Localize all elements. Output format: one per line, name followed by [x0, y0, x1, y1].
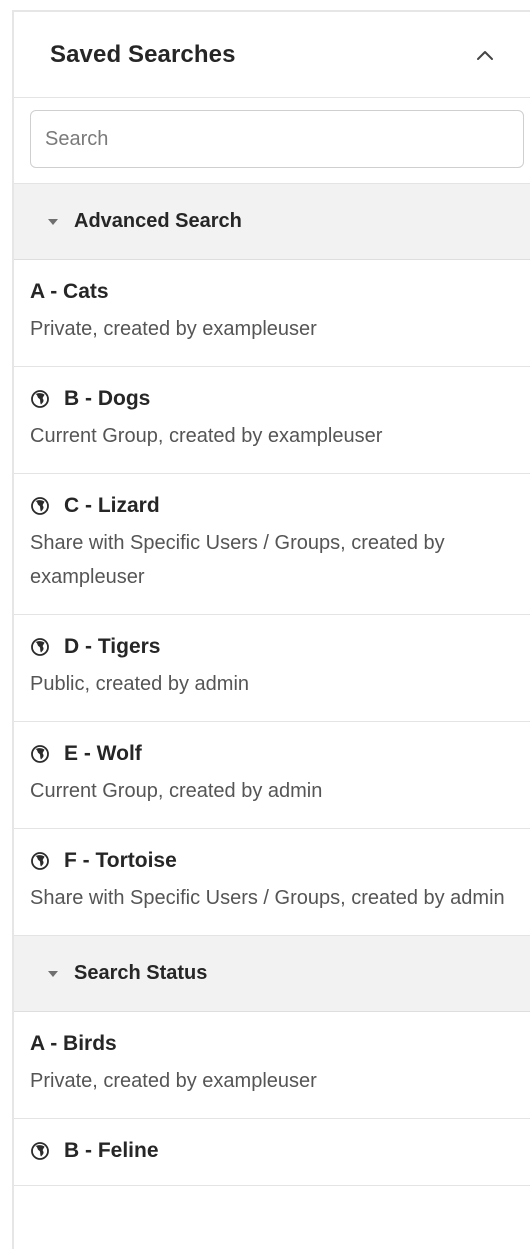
globe-icon	[31, 852, 49, 870]
panel-header: Saved Searches	[14, 12, 530, 98]
group-header[interactable]: Advanced Search	[14, 184, 530, 260]
saved-search-description: Share with Specific Users / Groups, crea…	[30, 532, 445, 588]
group-header[interactable]: Search Status	[14, 936, 530, 1012]
globe-icon	[31, 390, 49, 408]
saved-search-item[interactable]: D - Tigers Public, created by admin	[14, 615, 530, 722]
saved-search-description: Share with Specific Users / Groups, crea…	[30, 887, 505, 909]
globe-icon	[31, 745, 49, 763]
saved-search-item[interactable]: C - Lizard Share with Specific Users / Gr…	[14, 474, 530, 615]
saved-search-title: B - Dogs	[64, 387, 151, 410]
globe-icon	[31, 1142, 49, 1160]
saved-search-item[interactable]: B - Feline	[14, 1119, 530, 1186]
saved-search-description: Current Group, created by admin	[30, 780, 323, 802]
saved-search-title-row: A - Birds	[30, 1030, 510, 1058]
search-container	[14, 98, 530, 184]
saved-search-title-row: F - Tortoise	[30, 847, 510, 875]
saved-search-title: D - Tigers	[64, 635, 161, 658]
saved-search-title: F - Tortoise	[64, 849, 177, 872]
saved-search-description: Private, created by exampleuser	[30, 1070, 317, 1092]
caret-down-icon	[48, 218, 58, 225]
saved-search-item[interactable]: A - Cats Private, created by exampleuser	[14, 260, 530, 367]
saved-search-title-row: C - Lizard	[30, 492, 510, 520]
search-input[interactable]	[30, 110, 524, 168]
saved-search-title-row: E - Wolf	[30, 740, 510, 768]
collapse-button[interactable]	[470, 40, 500, 70]
saved-search-title-row: B - Dogs	[30, 385, 510, 413]
saved-search-title: A - Birds	[30, 1032, 117, 1055]
saved-search-description: Public, created by admin	[30, 673, 250, 695]
globe-icon	[31, 638, 49, 656]
saved-search-description: Current Group, created by exampleuser	[30, 425, 383, 447]
saved-search-item[interactable]: F - Tortoise Share with Specific Users / …	[14, 829, 530, 936]
chevron-up-icon	[477, 50, 493, 60]
saved-search-title-row: D - Tigers	[30, 633, 510, 661]
saved-search-item[interactable]: E - Wolf Current Group, created by admin	[14, 722, 530, 829]
saved-search-item[interactable]: A - Birds Private, created by exampleuser	[14, 1012, 530, 1119]
saved-search-item[interactable]: B - Dogs Current Group, created by exampl…	[14, 367, 530, 474]
saved-search-groups: Advanced Search A - Cats Private, created …	[14, 184, 530, 1186]
group-label: Advanced Search	[74, 210, 242, 232]
globe-icon	[31, 497, 49, 515]
saved-search-title: A - Cats	[30, 280, 109, 303]
saved-search-title-row: A - Cats	[30, 278, 510, 306]
saved-searches-panel: Saved Searches Advanced Search A - Cats Pr…	[12, 10, 530, 1249]
group-label: Search Status	[74, 962, 208, 984]
saved-search-title: B - Feline	[64, 1139, 159, 1162]
caret-down-icon	[48, 970, 58, 977]
saved-search-title: C - Lizard	[64, 494, 160, 517]
saved-search-title-row: B - Feline	[30, 1137, 510, 1165]
panel-title: Saved Searches	[50, 40, 236, 68]
saved-search-description: Private, created by exampleuser	[30, 318, 317, 340]
saved-search-title: E - Wolf	[64, 742, 142, 765]
